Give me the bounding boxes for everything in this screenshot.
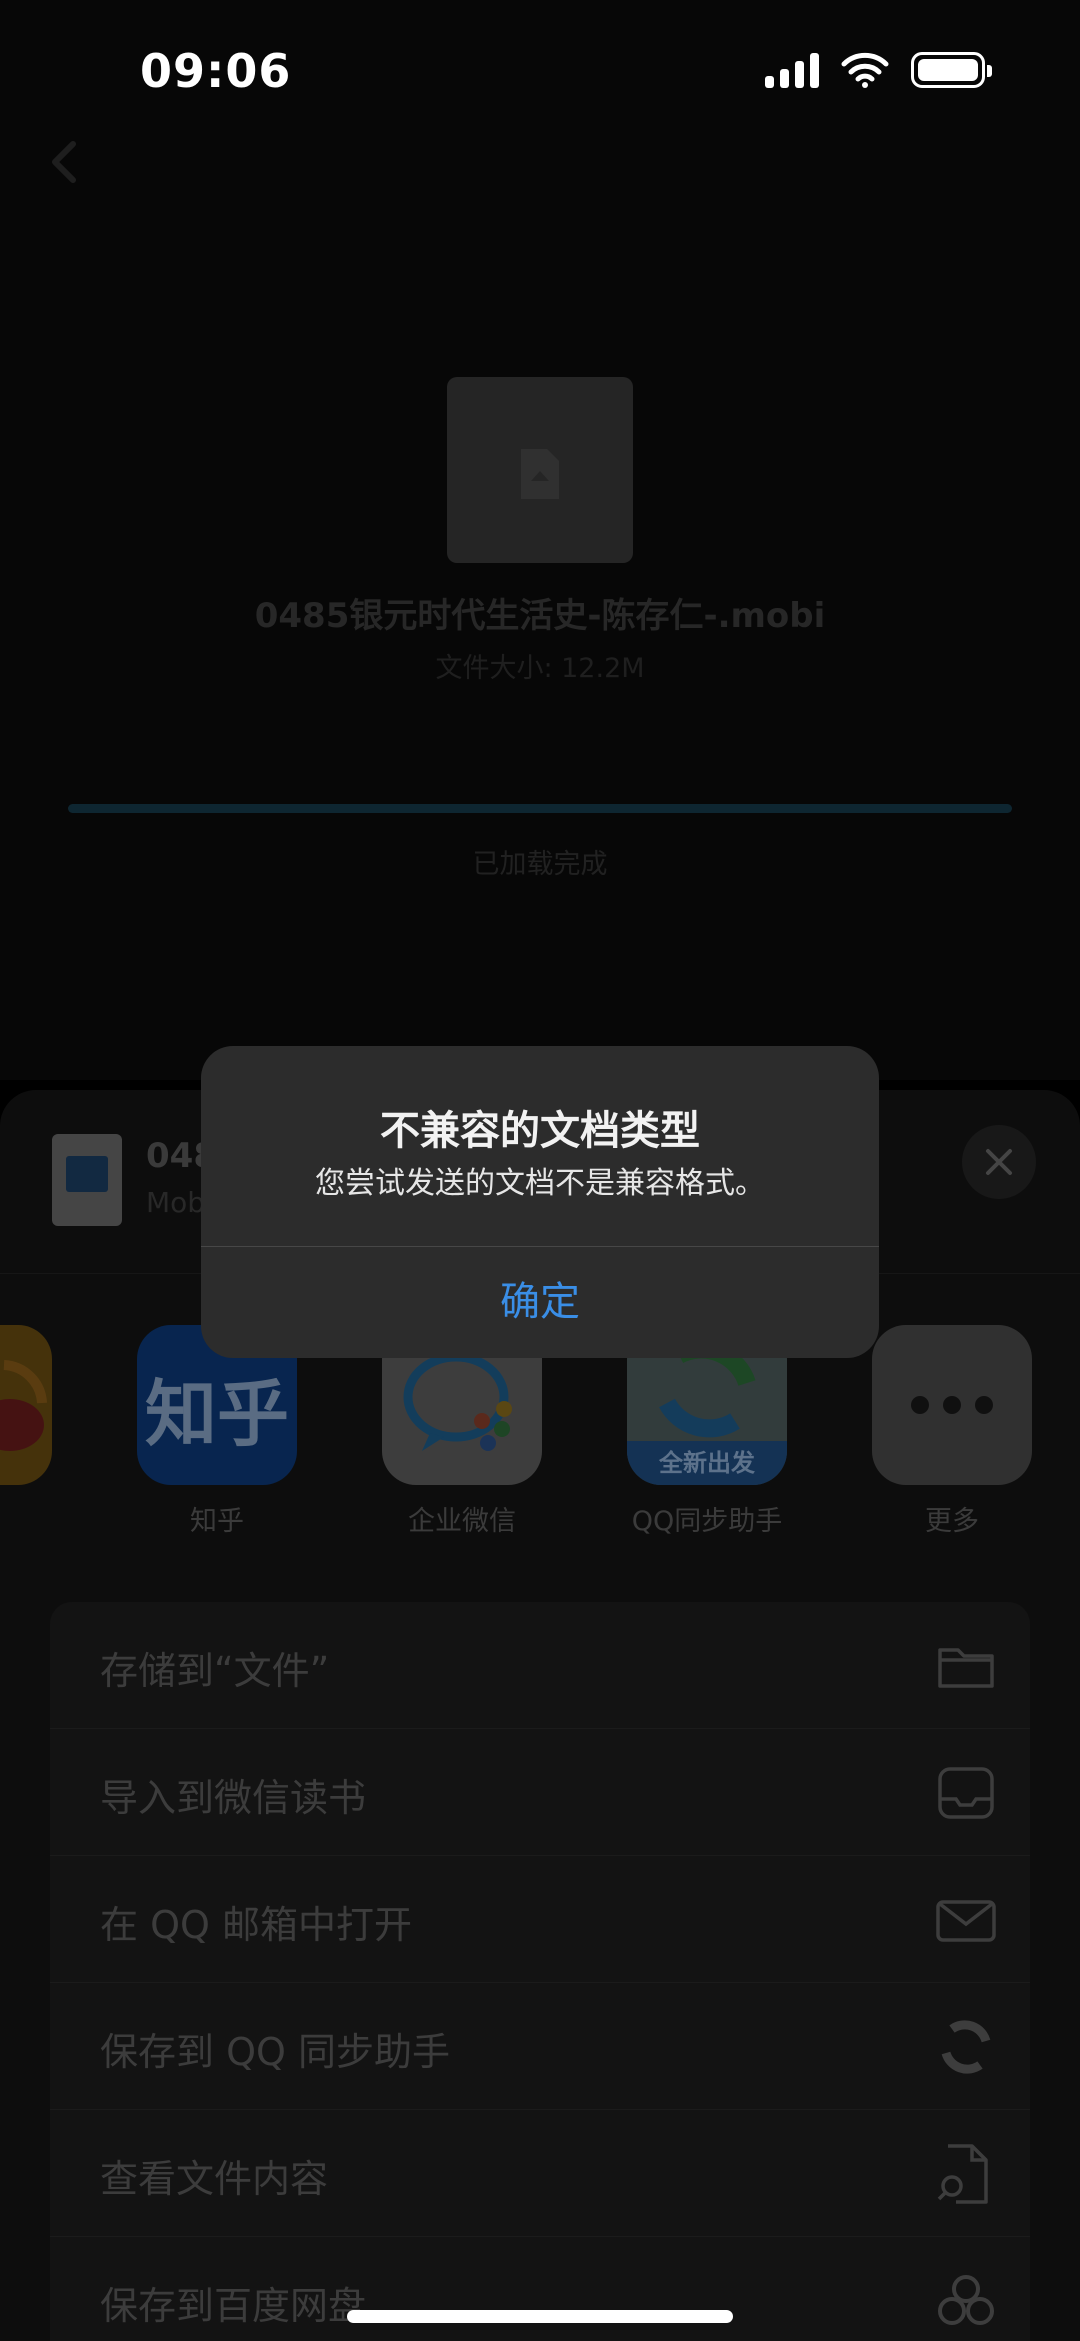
document-search-icon [937, 2144, 988, 2204]
cellular-signal-icon [765, 52, 819, 88]
share-app-row: 知乎 知乎 企业微信 全新出发 QQ同步助手 更多 [0, 1325, 1080, 1585]
close-button[interactable] [962, 1125, 1036, 1199]
close-icon [986, 1149, 1012, 1175]
weibo-icon [0, 1325, 52, 1485]
load-progress-fill [68, 804, 1012, 813]
app-weibo[interactable] [0, 1325, 82, 1485]
load-status: 已加载完成 [472, 849, 608, 880]
action-save-to-qq-sync[interactable]: 保存到 QQ 同步助手 [50, 1983, 1030, 2110]
load-progress-bar [68, 804, 1012, 813]
sync-icon [941, 2020, 991, 2074]
action-label: 保存到百度网盘 [100, 2284, 367, 2328]
mail-icon [936, 1900, 996, 1942]
action-label: 查看文件内容 [100, 2157, 329, 2201]
action-label: 在 QQ 邮箱中打开 [100, 1903, 412, 1947]
document-icon [521, 449, 559, 499]
status-time: 09:06 [140, 44, 292, 98]
share-actions-list: 存储到“文件” 导入到微信读书 在 QQ 邮箱中打开 保存到 QQ 同步助手 查… [50, 1602, 1030, 2341]
app-label: 知乎 [190, 1506, 244, 1537]
folder-icon [938, 1648, 994, 1688]
file-type-icon [52, 1134, 122, 1226]
incompatible-document-alert: 不兼容的文档类型 您尝试发送的文档不是兼容格式。 确定 [201, 1046, 879, 1358]
share-sheet-subtitle: Mob [146, 1186, 206, 1219]
file-preview-page: 0485银元时代生活史-陈存仁-.mobi 文件大小: 12.2M 已加载完成 [0, 0, 1080, 1080]
alert-confirm-button[interactable]: 确定 [201, 1247, 879, 1358]
home-indicator[interactable] [347, 2310, 733, 2323]
alert-title: 不兼容的文档类型 [380, 1108, 700, 1154]
action-label: 存储到“文件” [100, 1649, 330, 1693]
chevron-left-icon [52, 141, 76, 183]
app-label: 企业微信 [408, 1506, 516, 1537]
wifi-icon [841, 52, 889, 88]
alert-message: 您尝试发送的文档不是兼容格式。 [315, 1166, 765, 1201]
action-open-in-qqmail[interactable]: 在 QQ 邮箱中打开 [50, 1856, 1030, 1983]
tray-icon [938, 1767, 994, 1819]
app-label: 更多 [925, 1506, 979, 1537]
baidu-cloud-icon [938, 2275, 994, 2325]
back-button[interactable] [45, 138, 85, 186]
status-bar: 09:06 [0, 0, 1080, 140]
battery-icon [911, 52, 992, 88]
action-view-file-content[interactable]: 查看文件内容 [50, 2110, 1030, 2237]
screen: 0485银元时代生活史-陈存仁-.mobi 文件大小: 12.2M 已加载完成 … [0, 0, 1080, 2341]
action-save-to-files[interactable]: 存储到“文件” [50, 1602, 1030, 1729]
action-save-to-baidu-netdisk[interactable]: 保存到百度网盘 [50, 2237, 1030, 2341]
file-thumbnail [447, 377, 633, 563]
file-size: 文件大小: 12.2M [435, 653, 645, 684]
action-label: 保存到 QQ 同步助手 [100, 2030, 450, 2074]
action-label: 导入到微信读书 [100, 1776, 367, 1820]
file-name: 0485银元时代生活史-陈存仁-.mobi [254, 596, 826, 636]
more-icon [872, 1325, 1032, 1485]
app-label: QQ同步助手 [631, 1506, 783, 1537]
action-import-weread[interactable]: 导入到微信读书 [50, 1729, 1030, 1856]
